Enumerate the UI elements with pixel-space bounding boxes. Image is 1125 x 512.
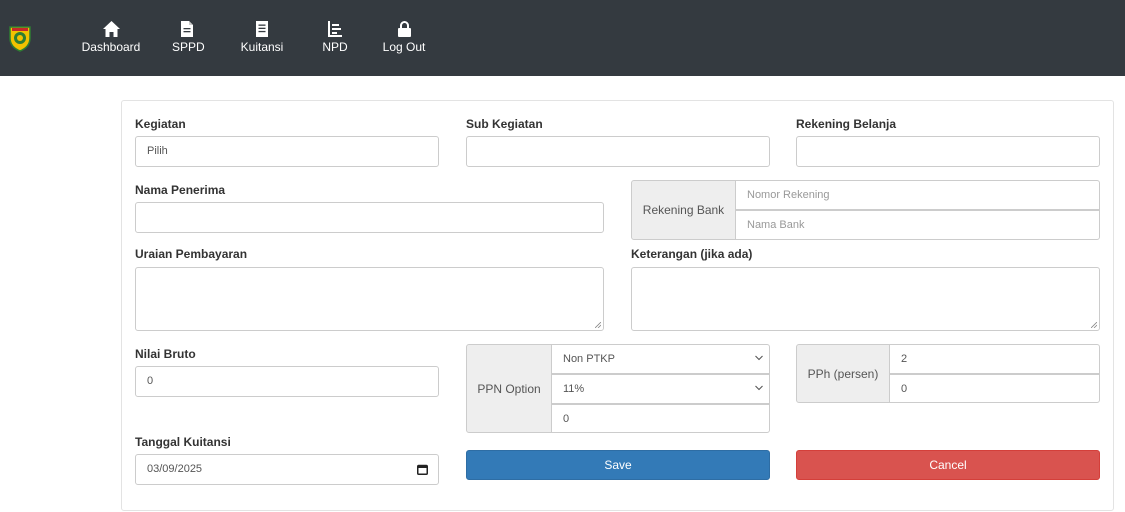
rekening-belanja-input[interactable] — [796, 136, 1100, 167]
receipt-icon — [256, 21, 268, 37]
nav-npd[interactable]: NPD — [320, 21, 350, 54]
sub-kegiatan-label: Sub Kegiatan — [466, 117, 543, 131]
chevron-down-icon — [755, 385, 763, 391]
government-logo-icon[interactable] — [7, 26, 33, 52]
ppn-option-value: Non PTKP — [563, 353, 615, 365]
nav-kuitansi[interactable]: Kuitansi — [240, 21, 284, 54]
nilai-bruto-input[interactable]: 0 — [135, 366, 439, 397]
nav-dashboard[interactable]: Dashboard — [81, 21, 141, 54]
nav-dashboard-label: Dashboard — [81, 40, 141, 54]
uraian-pembayaran-label: Uraian Pembayaran — [135, 247, 248, 261]
resize-grip-icon[interactable] — [595, 322, 601, 328]
nilai-bruto-label: Nilai Bruto — [135, 347, 196, 361]
nama-bank-input[interactable]: Nama Bank — [735, 210, 1100, 240]
nav-npd-label: NPD — [322, 40, 348, 54]
nomor-rekening-input[interactable]: Nomor Rekening — [735, 180, 1100, 210]
kegiatan-label: Kegiatan — [135, 117, 186, 131]
top-navbar: Dashboard SPPD Kuitansi NPD Log Out — [0, 0, 1125, 76]
ppn-rate-value: 11% — [563, 383, 585, 395]
save-button[interactable]: Save — [466, 450, 770, 480]
tanggal-kuitansi-label: Tanggal Kuitansi — [135, 435, 231, 449]
document-icon — [181, 21, 193, 37]
cancel-button[interactable]: Cancel — [796, 450, 1100, 480]
pph-persen-addon: PPh (persen) — [796, 344, 890, 403]
pph-amount-input[interactable]: 0 — [889, 374, 1100, 403]
rekening-belanja-label: Rekening Belanja — [796, 117, 897, 131]
lock-icon — [397, 21, 411, 37]
rekening-bank-addon: Rekening Bank — [631, 180, 736, 240]
nav-logout-label: Log Out — [382, 40, 426, 54]
chevron-down-icon — [755, 355, 763, 361]
uraian-pembayaran-textarea[interactable] — [135, 267, 604, 331]
ppn-option-addon: PPN Option — [466, 344, 552, 433]
sub-kegiatan-input[interactable] — [466, 136, 770, 167]
nav-sppd[interactable]: SPPD — [172, 21, 205, 54]
pph-rate-input[interactable]: 2 — [889, 344, 1100, 374]
kegiatan-select[interactable]: Pilih — [135, 136, 439, 167]
tanggal-kuitansi-input[interactable]: 03/09/2025 — [135, 454, 439, 485]
calendar-icon[interactable] — [417, 464, 428, 475]
nav-logout[interactable]: Log Out — [381, 21, 427, 54]
nav-sppd-label: SPPD — [172, 40, 205, 54]
keterangan-textarea[interactable] — [631, 267, 1100, 331]
home-icon — [102, 21, 120, 37]
nav-kuitansi-label: Kuitansi — [240, 40, 284, 54]
resize-grip-icon[interactable] — [1091, 322, 1097, 328]
ppn-option-select[interactable]: Non PTKP — [551, 344, 770, 374]
tanggal-kuitansi-value: 03/09/2025 — [147, 463, 203, 475]
keterangan-label: Keterangan (jika ada) — [631, 247, 753, 261]
nama-penerima-input[interactable] — [135, 202, 604, 233]
nama-penerima-label: Nama Penerima — [135, 183, 226, 197]
ppn-amount-input[interactable]: 0 — [551, 404, 770, 433]
ppn-rate-select[interactable]: 11% — [551, 374, 770, 404]
chart-icon — [328, 21, 342, 37]
